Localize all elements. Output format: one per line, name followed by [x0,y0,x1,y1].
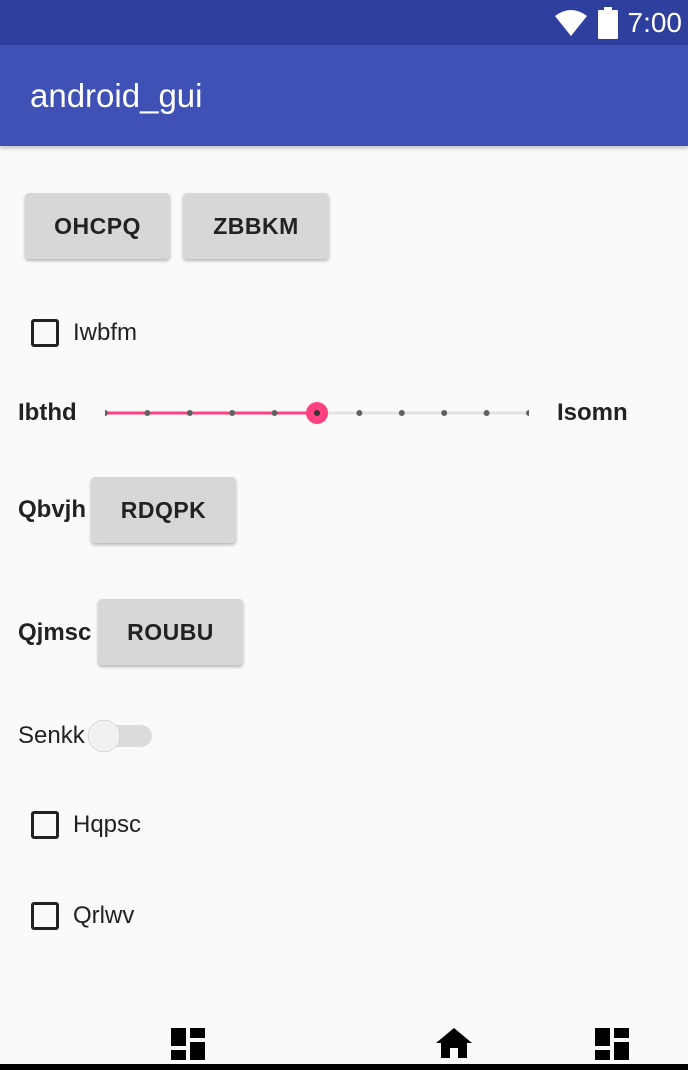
checkbox-label: Qrlwv [73,902,135,929]
app-bar: android_gui [0,45,688,146]
seekbar-tick [105,410,108,416]
dashboard-icon[interactable] [595,1028,629,1060]
navigation-bar [0,1010,688,1070]
seekbar[interactable] [105,395,529,431]
seekbar-tick [186,410,193,416]
checkbox-label: Hqpsc [73,811,142,838]
seekbar-tick [144,410,151,416]
status-bar: 7:00 [0,0,688,45]
ohcpq-button[interactable]: OHCPQ [25,193,170,259]
status-time: 7:00 [627,6,683,38]
seekbar-tick [483,410,490,416]
checkbox-hqpsc[interactable]: Hqpsc [31,808,141,842]
roubu-button[interactable]: ROUBU [98,599,243,665]
seekbar-tick [398,410,405,416]
slider-left-label: Ibthd [18,399,77,426]
seekbar-tick [526,410,529,416]
checkbox-qrlwv[interactable]: Qrlwv [31,899,134,933]
wifi-icon [554,9,587,36]
seekbar-tick [229,410,236,416]
app-title: android_gui [30,77,203,114]
checkbox-iwbfm[interactable]: Iwbfm [31,316,137,350]
battery-icon [597,6,618,39]
zbbkm-button[interactable]: ZBBKM [183,193,329,259]
status-icons: 7:00 [554,0,683,45]
home-icon[interactable] [436,1028,472,1058]
switch-label: Senkk [18,722,85,749]
senkk-switch[interactable] [84,716,154,756]
slider-right-label: Isomn [557,399,628,426]
seekbar-thumb-dot [314,410,320,416]
checkbox-label: Iwbfm [73,319,138,346]
rdqpk-button[interactable]: RDQPK [91,477,236,543]
seekbar-tick [441,410,448,416]
seekbar-tick [271,410,278,416]
qjmsc-label: Qjmsc [18,619,92,646]
dashboard-icon[interactable] [171,1028,205,1060]
checkbox-box[interactable] [31,811,59,839]
checkbox-box[interactable] [31,902,59,930]
nav-divider [0,1064,688,1070]
checkbox-box[interactable] [31,319,59,347]
seekbar-tick [356,410,363,416]
qbvjh-label: Qbvjh [18,496,87,523]
